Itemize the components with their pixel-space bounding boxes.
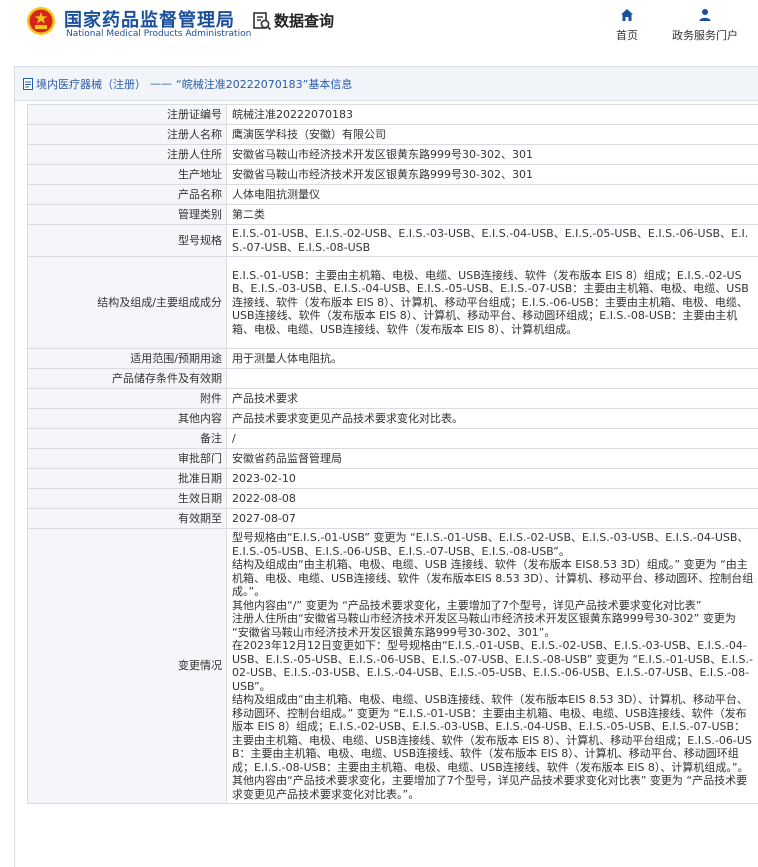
table-row: 批准日期 2023-02-10: [28, 469, 758, 489]
table-row: 有效期至 2027-08-07: [28, 509, 758, 529]
breadcrumb-separator: ——: [150, 77, 172, 90]
nav-home-label: 首页: [612, 27, 642, 43]
field-label: 产品名称: [28, 185, 227, 205]
field-value: 产品技术要求: [227, 389, 758, 409]
change-line: 在2023年12月12日变更如下：型号规格由“E.I.S.-01-USB、E.I…: [232, 639, 754, 693]
field-label: 注册证编号: [28, 105, 227, 125]
table-row: 管理类别 第二类: [28, 205, 758, 225]
field-label: 其他内容: [28, 409, 227, 429]
table-row: 生效日期 2022-08-08: [28, 489, 758, 509]
breadcrumb: 境内医疗器械（注册） —— “皖械注准20222070183”基本信息: [15, 67, 758, 101]
field-label: 备注: [28, 429, 227, 449]
data-query-link[interactable]: 数据查询: [252, 10, 334, 31]
home-icon: [620, 8, 634, 22]
detail-panel: 境内医疗器械（注册） —— “皖械注准20222070183”基本信息 注册证编…: [14, 66, 758, 867]
field-value: 人体电阻抗测量仪: [227, 185, 758, 205]
change-history-value: 型号规格由“E.I.S.-01-USB” 变更为 “E.I.S.-01-USB、…: [227, 529, 758, 804]
table-row: 生产地址 安徽省马鞍山市经济技术开发区银黄东路999号30-302、301: [28, 165, 758, 185]
field-value: 2027-08-07: [227, 509, 758, 529]
table-row: 注册人名称 鹰演医学科技（安徽）有限公司: [28, 125, 758, 145]
data-search-icon: [252, 11, 272, 31]
field-value: /: [227, 429, 758, 449]
table-row: 附件 产品技术要求: [28, 389, 758, 409]
field-value: [227, 369, 758, 389]
field-label: 有效期至: [28, 509, 227, 529]
table-row: 其他内容 产品技术要求变更见产品技术要求变化对比表。: [28, 409, 758, 429]
field-value: 用于测量人体电阻抗。: [227, 349, 758, 369]
table-row: 产品名称 人体电阻抗测量仪: [28, 185, 758, 205]
change-line: 结构及组成由“由主机箱、电极、电缆、USB 连接线、软件（发布版本 EIS8.5…: [232, 558, 754, 599]
field-value: E.I.S.-01-USB：主要由主机箱、电极、电缆、USB连接线、软件（发布版…: [227, 257, 758, 349]
field-value: 安徽省马鞍山市经济技术开发区银黄东路999号30-302、301: [227, 165, 758, 185]
table-row: 结构及组成/主要组成成分 E.I.S.-01-USB：主要由主机箱、电极、电缆、…: [28, 257, 758, 349]
field-value: 2022-08-08: [227, 489, 758, 509]
field-label: 生效日期: [28, 489, 227, 509]
field-value: 第二类: [227, 205, 758, 225]
field-label: 注册人名称: [28, 125, 227, 145]
change-line: 其他内容由“/” 变更为 “产品技术要求变化，主要增加了7个型号，详见产品技术要…: [232, 599, 754, 613]
field-label: 附件: [28, 389, 227, 409]
user-icon: [698, 8, 712, 22]
registration-info-table: 注册证编号 皖械注准20222070183 注册人名称 鹰演医学科技（安徽）有限…: [27, 104, 758, 804]
field-value: 皖械注准20222070183: [227, 105, 758, 125]
field-label: 管理类别: [28, 205, 227, 225]
change-line: 其他内容由“产品技术要求变化，主要增加了7个型号，详见产品技术要求变化对比表” …: [232, 774, 754, 801]
breadcrumb-current: “皖械注准20222070183”基本信息: [176, 76, 352, 92]
table-row: 适用范围/预期用途 用于测量人体电阻抗。: [28, 349, 758, 369]
breadcrumb-category-link[interactable]: 境内医疗器械（注册）: [36, 76, 146, 92]
table-row: 审批部门 安徽省药品监督管理局: [28, 449, 758, 469]
table-row: 型号规格 E.I.S.-01-USB、E.I.S.-02-USB、E.I.S.-…: [28, 225, 758, 257]
nav-home-link[interactable]: 首页: [612, 8, 642, 43]
table-row: 产品储存条件及有效期: [28, 369, 758, 389]
data-query-label: 数据查询: [274, 10, 334, 31]
table-row: 备注 /: [28, 429, 758, 449]
field-label: 批准日期: [28, 469, 227, 489]
nav-gov-service-label: 政务服务门户: [664, 27, 746, 43]
change-line: 注册人住所由“安徽省马鞍山市经济技术开发区马鞍山市经济技术开发区银黄东路999号…: [232, 612, 754, 639]
field-value: E.I.S.-01-USB、E.I.S.-02-USB、E.I.S.-03-US…: [227, 225, 758, 257]
field-label: 型号规格: [28, 225, 227, 257]
field-value: 安徽省药品监督管理局: [227, 449, 758, 469]
table-row: 注册人住所 安徽省马鞍山市经济技术开发区银黄东路999号30-302、301: [28, 145, 758, 165]
field-label: 变更情况: [28, 529, 227, 804]
field-label: 审批部门: [28, 449, 227, 469]
field-value: 安徽省马鞍山市经济技术开发区银黄东路999号30-302、301: [227, 145, 758, 165]
site-logo-subtitle[interactable]: National Medical Products Administration: [66, 29, 251, 39]
nav-gov-service-link[interactable]: 政务服务门户: [664, 8, 746, 43]
field-label: 生产地址: [28, 165, 227, 185]
field-label: 产品储存条件及有效期: [28, 369, 227, 389]
field-label: 适用范围/预期用途: [28, 349, 227, 369]
table-row-change-history: 变更情况 型号规格由“E.I.S.-01-USB” 变更为 “E.I.S.-01…: [28, 529, 758, 804]
change-line: 结构及组成由“由主机箱、电极、电缆、USB连接线、软件（发布版本EIS 8.53…: [232, 693, 754, 774]
change-line: 型号规格由“E.I.S.-01-USB” 变更为 “E.I.S.-01-USB、…: [232, 531, 754, 558]
field-value: 2023-02-10: [227, 469, 758, 489]
field-label: 注册人住所: [28, 145, 227, 165]
document-icon: [23, 78, 33, 90]
field-value: 产品技术要求变更见产品技术要求变化对比表。: [227, 409, 758, 429]
table-row: 注册证编号 皖械注准20222070183: [28, 105, 758, 125]
field-label: 结构及组成/主要组成成分: [28, 257, 227, 349]
site-header: 国家药品监督管理局 National Medical Products Admi…: [0, 0, 758, 52]
field-value: 鹰演医学科技（安徽）有限公司: [227, 125, 758, 145]
national-emblem-icon[interactable]: [26, 6, 56, 36]
